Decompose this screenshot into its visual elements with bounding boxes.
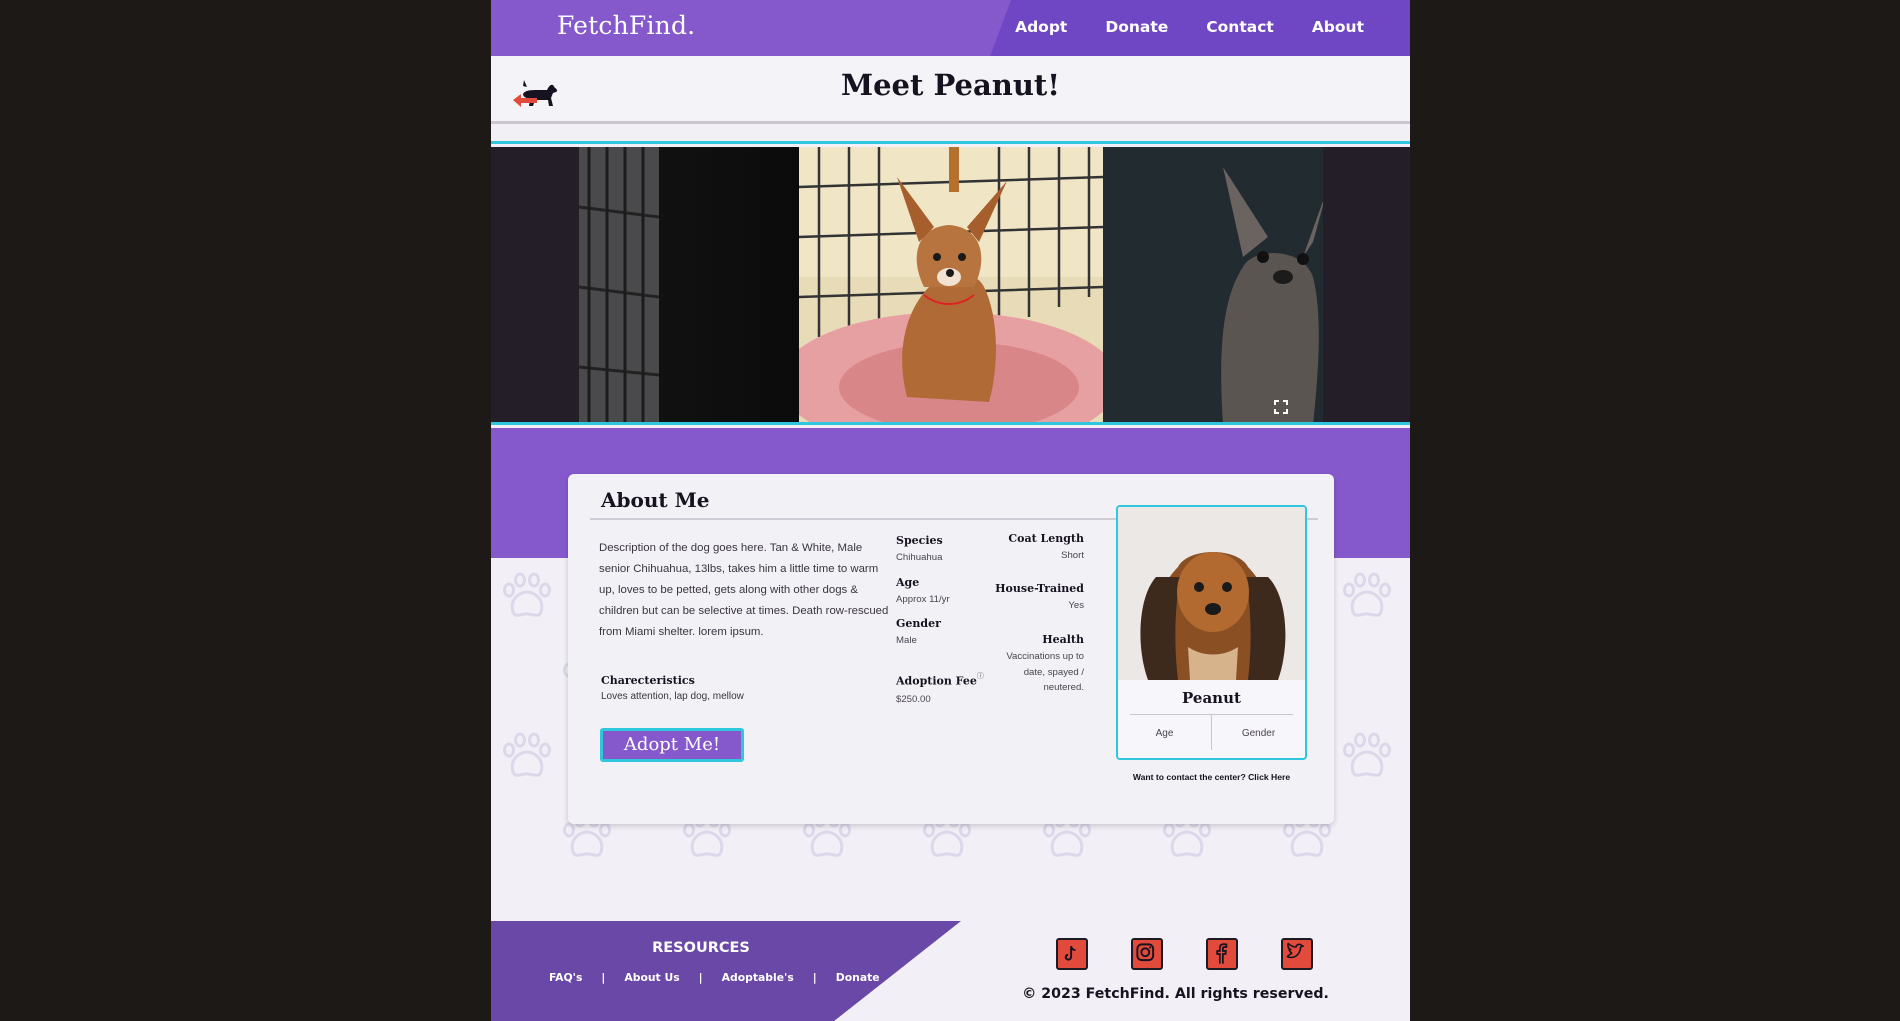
health-value: Vaccinations up to date, spayed / neuter… <box>1006 651 1084 693</box>
carousel-prev-slide[interactable] <box>579 147 799 422</box>
photo-carousel[interactable] <box>491 147 1410 425</box>
nav-link-donate[interactable]: Donate <box>1105 18 1168 36</box>
adoption-fee-label: Adoption Fee <box>896 673 977 687</box>
about-title: About Me <box>601 488 710 512</box>
separator: | <box>601 971 606 984</box>
resources-title: RESOURCES <box>652 940 750 956</box>
dog-description: Description of the dog goes here. Tan & … <box>599 542 889 638</box>
nav-link-adopt[interactable]: Adopt <box>1015 18 1067 36</box>
title-strip <box>491 127 1410 144</box>
separator: | <box>812 971 817 984</box>
carousel-next-slide[interactable] <box>1103 147 1323 425</box>
nav-link-about[interactable]: About <box>1312 18 1364 36</box>
crate-bars-image <box>579 147 659 422</box>
page-title: Meet Peanut! <box>840 68 1061 102</box>
profile-name: Peanut <box>1182 689 1241 707</box>
details-column-right: Coat Length Short House-Trained Yes Heal… <box>978 532 1084 696</box>
house-trained-label: House-Trained <box>995 581 1084 595</box>
nav-link-contact[interactable]: Contact <box>1206 18 1274 36</box>
characteristics-value: Loves attention, lap dog, mellow <box>601 691 744 702</box>
site-logo[interactable]: FetchFind. <box>557 11 695 40</box>
house-trained-value: Yes <box>1068 599 1084 611</box>
about-card: About Me Description of the dog goes her… <box>568 474 1334 824</box>
twitter-icon[interactable] <box>1281 938 1313 970</box>
profile-gender-label: Gender <box>1241 728 1276 739</box>
tiktok-icon[interactable] <box>1056 938 1088 970</box>
resources-links: FAQ's | About Us | Adoptable's | Donate <box>549 971 880 984</box>
profile-photo <box>1118 507 1305 680</box>
facebook-icon[interactable] <box>1206 938 1238 970</box>
coat-length-value: Short <box>1061 550 1084 561</box>
footer-link-about-us[interactable]: About Us <box>624 971 679 984</box>
adopt-button[interactable]: Adopt Me! <box>600 728 744 762</box>
carousel-main-photo[interactable] <box>799 147 1103 425</box>
instagram-icon[interactable] <box>1131 938 1163 970</box>
footer-link-adoptables[interactable]: Adoptable's <box>722 971 794 984</box>
top-nav: FetchFind. Adopt Donate Contact About <box>491 0 1410 56</box>
social-links <box>1056 938 1313 970</box>
copyright-text: © 2023 FetchFind. All rights reserved. <box>1022 986 1329 1002</box>
title-bar: Meet Peanut! <box>491 56 1410 124</box>
expand-icon[interactable] <box>1274 400 1288 414</box>
profile-age-label: Age <box>1155 728 1174 739</box>
footer-link-donate[interactable]: Donate <box>836 971 880 984</box>
characteristics-label: Charecteristics <box>601 674 695 687</box>
page: FetchFind. Adopt Donate Contact About Me… <box>491 0 1410 1021</box>
separator: | <box>698 971 703 984</box>
contact-center-link[interactable]: Want to contact the center? Click Here <box>1116 772 1307 782</box>
footer-link-faqs[interactable]: FAQ's <box>549 971 582 984</box>
profile-card[interactable]: Peanut Age Gender <box>1116 505 1307 760</box>
coat-length-label: Coat Length <box>1008 532 1084 545</box>
health-label: Health <box>1042 633 1084 646</box>
nav-links: Adopt Donate Contact About <box>1015 18 1364 36</box>
